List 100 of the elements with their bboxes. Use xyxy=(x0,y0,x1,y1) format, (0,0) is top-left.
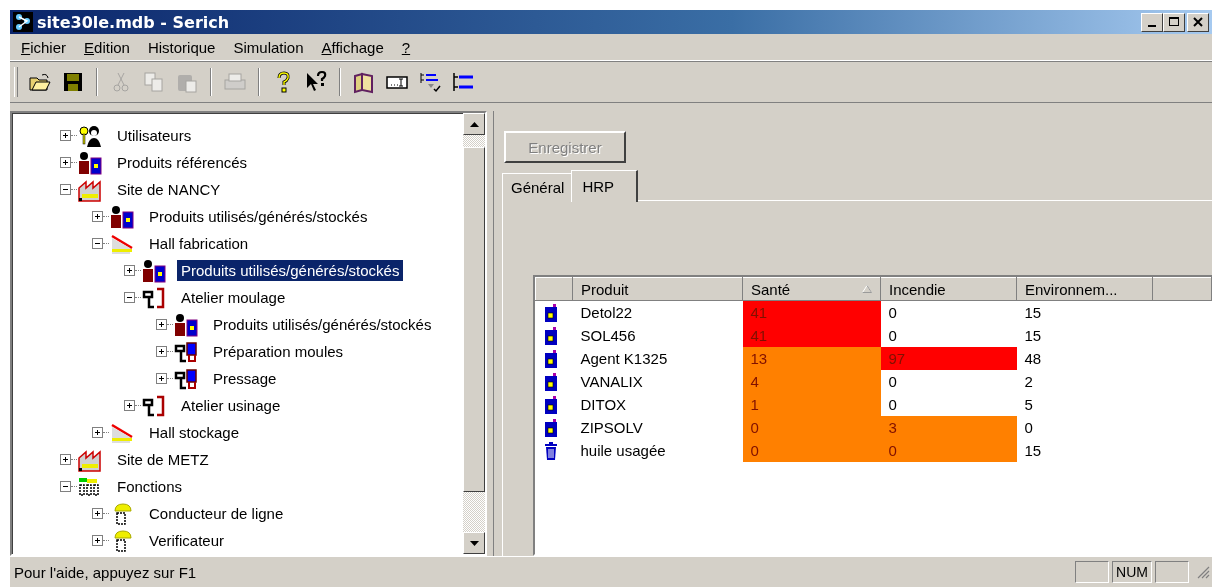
table-cell: 0 xyxy=(742,439,881,462)
expander-button[interactable] xyxy=(156,373,167,384)
expander-button[interactable] xyxy=(92,427,103,438)
expander-button[interactable] xyxy=(60,130,71,141)
expander-button[interactable] xyxy=(124,400,135,411)
minimize-icon xyxy=(1148,24,1156,27)
table-cell: 0 xyxy=(880,439,1017,462)
column-header[interactable]: Produit xyxy=(572,277,743,301)
tree-item[interactable]: Site de NANCY xyxy=(113,179,225,200)
table-cell: 15 xyxy=(1016,324,1153,347)
tree-item[interactable]: Utilisateurs xyxy=(113,125,196,146)
column-header[interactable]: Environnem... xyxy=(1016,277,1153,301)
station-icon xyxy=(173,366,199,391)
products-icon xyxy=(141,258,167,283)
expander-button[interactable] xyxy=(60,481,71,492)
table-cell: 4 xyxy=(742,370,881,393)
maximize-icon xyxy=(1169,17,1179,27)
table-cell: 0 xyxy=(880,393,1017,416)
tab[interactable]: Général xyxy=(502,173,574,201)
table-cell: 2 xyxy=(1016,370,1153,393)
tree-item[interactable]: Site de METZ xyxy=(113,449,213,470)
save-icon xyxy=(61,70,85,94)
tree-item[interactable]: Atelier moulage xyxy=(177,287,290,308)
expander-button[interactable] xyxy=(124,292,135,303)
menu-item[interactable]: Historique xyxy=(138,36,225,58)
expander-button[interactable] xyxy=(92,508,103,519)
users-icon xyxy=(77,123,103,148)
station-icon xyxy=(173,339,199,364)
menu-item[interactable]: Simulation xyxy=(224,36,313,58)
context-help-icon xyxy=(304,70,328,94)
table-cell: 97 xyxy=(880,347,1017,370)
tree-item[interactable]: Préparation moules xyxy=(209,341,348,362)
close-icon xyxy=(1193,17,1203,27)
window-title: site30le.mdb - Serich xyxy=(37,12,230,32)
expander-button[interactable] xyxy=(92,535,103,546)
minimize-button[interactable] xyxy=(1141,12,1163,32)
tree-item[interactable]: Verificateur xyxy=(145,530,229,551)
resize-grip-icon xyxy=(1196,565,1210,579)
expander-button[interactable] xyxy=(60,157,71,168)
workshop-icon xyxy=(141,393,167,418)
book-icon xyxy=(352,70,376,94)
tree-item[interactable]: Conducteur de ligne xyxy=(145,503,288,524)
expander-button[interactable] xyxy=(60,454,71,465)
tree-item[interactable]: Hall fabrication xyxy=(145,233,253,254)
table-cell: 41 xyxy=(742,300,881,324)
list-icon xyxy=(451,70,475,94)
tree-item[interactable]: Fonctions xyxy=(113,476,187,497)
table-cell: 48 xyxy=(1016,347,1153,370)
tab[interactable]: HRP xyxy=(571,170,639,202)
scroll-thumb[interactable] xyxy=(463,147,485,492)
tree-item[interactable]: Produits référencés xyxy=(113,152,252,173)
table-cell: Detol22 xyxy=(572,300,743,324)
close-button[interactable] xyxy=(1187,12,1209,32)
menu-item[interactable]: Fichier xyxy=(12,36,76,58)
table-cell: 15 xyxy=(1016,300,1153,324)
menu-item[interactable]: ? xyxy=(392,36,420,58)
tree-item[interactable]: Pressage xyxy=(209,368,281,389)
status-text: Pour l'aide, appuyez sur F1 xyxy=(13,563,198,581)
scroll-up-button[interactable] xyxy=(463,113,485,135)
column-header[interactable] xyxy=(1152,277,1212,301)
app-icon xyxy=(13,12,33,32)
table-cell-text: SOL456 xyxy=(579,326,637,346)
expander-button[interactable] xyxy=(124,265,135,276)
scrollbar[interactable] xyxy=(463,113,485,554)
table-cell: 3 xyxy=(880,416,1017,439)
tree-item[interactable]: Produits utilisés/générés/stockés xyxy=(209,314,436,335)
copy-icon xyxy=(142,70,166,94)
status-pane xyxy=(1155,561,1189,583)
menu-item[interactable]: Edition xyxy=(75,36,139,58)
table-cell: 15 xyxy=(1016,439,1153,462)
table-cell: 0 xyxy=(880,324,1017,347)
table-cell: 41 xyxy=(742,324,881,347)
scroll-down-button[interactable] xyxy=(463,532,485,554)
column-header[interactable] xyxy=(535,277,573,301)
expander-button[interactable] xyxy=(156,319,167,330)
expander-button[interactable] xyxy=(156,346,167,357)
table-cell-text: Agent K1325 xyxy=(579,349,669,369)
tree-item[interactable]: Hall stockage xyxy=(145,422,244,443)
tree-item[interactable]: Atelier usinage xyxy=(177,395,285,416)
table-cell-text: DITOX xyxy=(579,395,628,415)
column-header[interactable]: Santé xyxy=(742,277,881,301)
table-cell: 0 xyxy=(742,416,881,439)
table-cell: 0 xyxy=(880,300,1017,324)
column-header[interactable]: Incendie xyxy=(880,277,1017,301)
workshop-icon xyxy=(141,285,167,310)
table-cell-text: VANALIX xyxy=(579,372,644,392)
menu-item[interactable]: Affichage xyxy=(312,36,393,58)
expander-button[interactable] xyxy=(60,184,71,195)
tree-item[interactable]: Produits utilisés/générés/stockés xyxy=(177,260,404,281)
expander-button[interactable] xyxy=(92,211,103,222)
tree-item[interactable]: Produits utilisés/générés/stockés xyxy=(145,206,372,227)
products-icon xyxy=(77,150,103,175)
table-cell: 13 xyxy=(742,347,881,370)
status-pane xyxy=(1075,561,1110,583)
status-indicator: NUM xyxy=(1112,561,1152,583)
table-cell-text: ZIPSOLV xyxy=(579,418,644,438)
list-check-icon xyxy=(418,70,442,94)
maximize-button[interactable] xyxy=(1163,12,1185,32)
products-icon xyxy=(109,204,135,229)
expander-button[interactable] xyxy=(92,238,103,249)
